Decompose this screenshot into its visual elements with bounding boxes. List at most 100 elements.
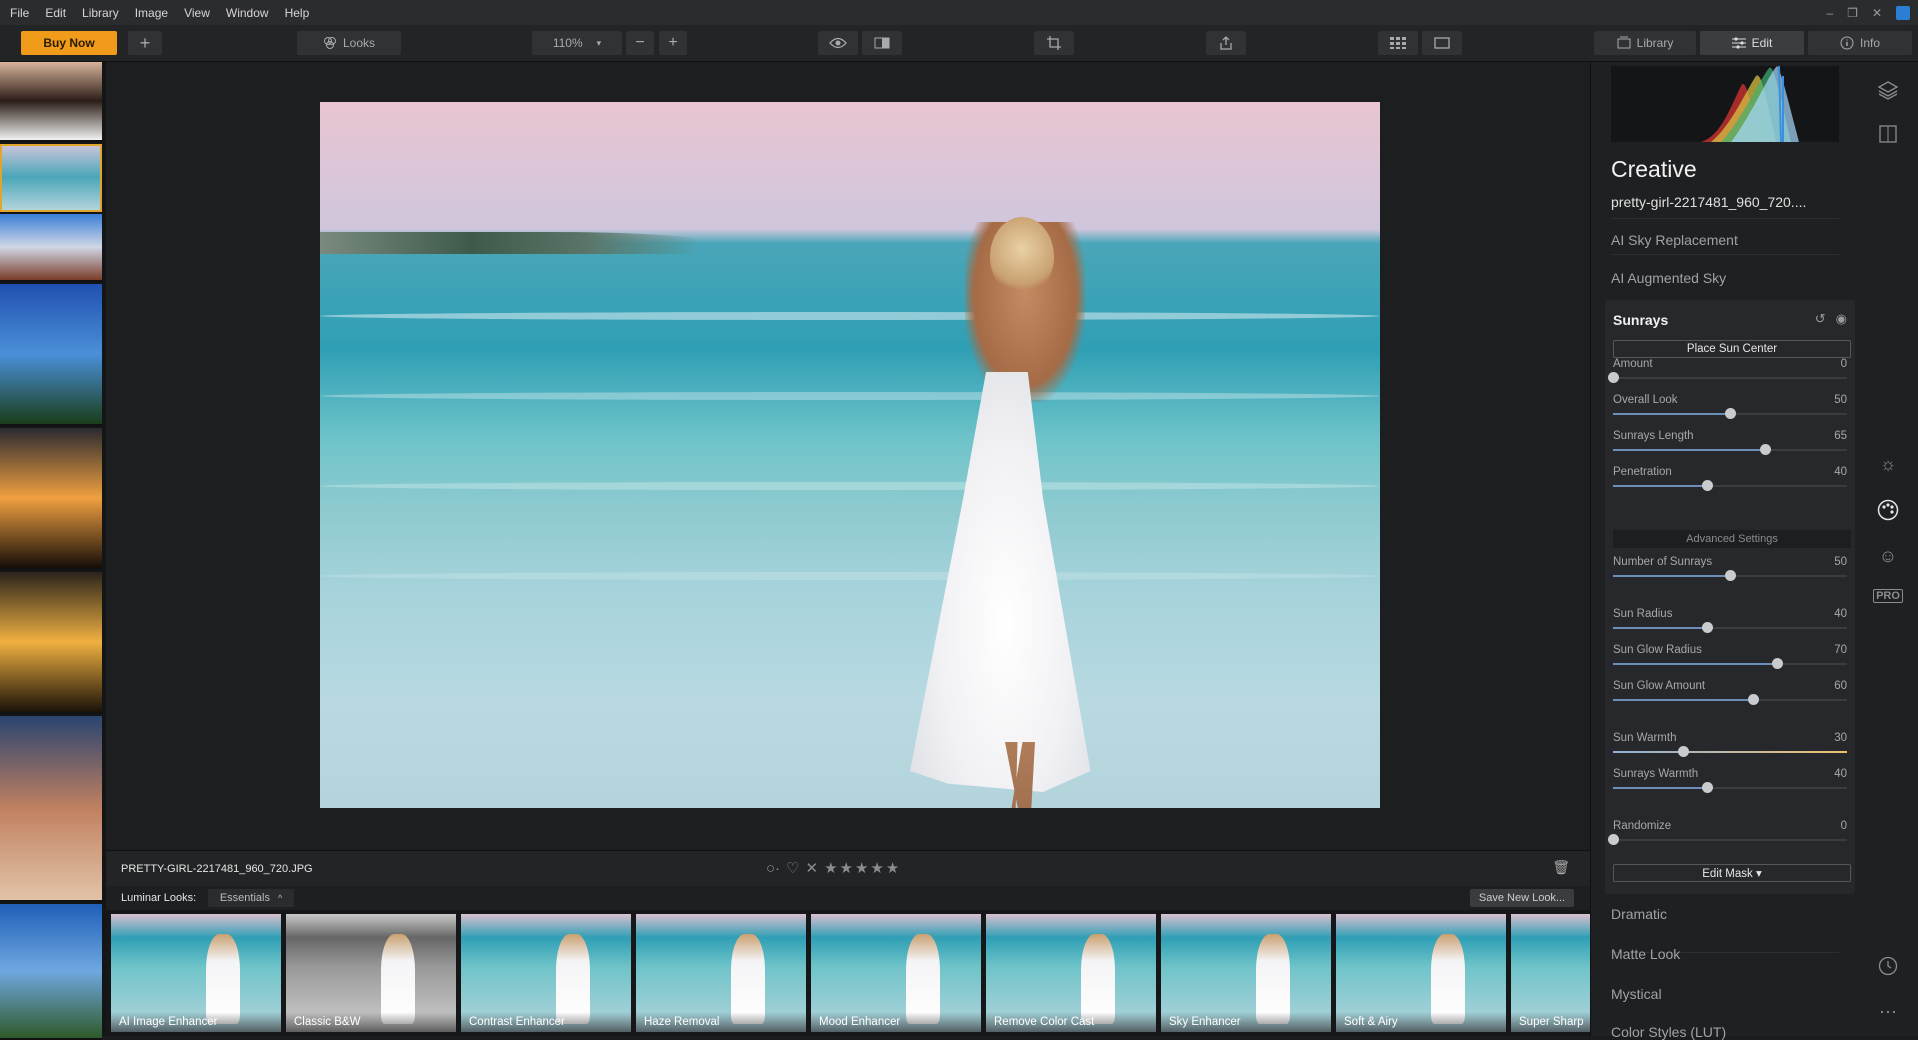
filmstrip-thumbnail[interactable]: [0, 284, 102, 426]
tab-info[interactable]: Info: [1808, 31, 1912, 55]
portrait-face-icon[interactable]: ☺: [1876, 544, 1900, 568]
slider-value: 40: [1834, 608, 1847, 620]
filter-matte-look[interactable]: Matte Look: [1611, 946, 1680, 962]
look-thumbnail[interactable]: Mood Enhancer: [811, 914, 981, 1032]
slider-penetration[interactable]: Penetration 40: [1613, 466, 1851, 496]
slider-handle[interactable]: [1701, 782, 1713, 793]
add-photos-button[interactable]: +: [128, 31, 162, 55]
filmstrip-thumbnail[interactable]: [0, 428, 102, 570]
looks-bar-label: Luminar Looks:: [121, 892, 197, 904]
slider-handle[interactable]: [1701, 622, 1713, 633]
preview-button[interactable]: [818, 31, 858, 55]
visibility-eye-icon[interactable]: ◉: [1836, 311, 1847, 327]
filmstrip-thumbnail[interactable]: [0, 214, 102, 282]
filmstrip-thumbnail[interactable]: [0, 144, 102, 212]
slider-randomize[interactable]: Randomize 0: [1608, 820, 1851, 850]
slider-amount[interactable]: Amount 0: [1608, 358, 1851, 388]
edit-mask-button[interactable]: Edit Mask ▾: [1613, 864, 1851, 882]
looks-category-dropdown[interactable]: Essentials ^: [208, 889, 294, 907]
filter-ai-augmented-sky[interactable]: AI Augmented Sky: [1611, 270, 1726, 286]
menu-help[interactable]: Help: [277, 6, 318, 20]
close-icon[interactable]: ✕: [1872, 6, 1882, 20]
filmstrip-thumbnail[interactable]: [0, 904, 102, 1040]
save-new-look-button[interactable]: Save New Look...: [1470, 889, 1574, 907]
slider-sun-warmth[interactable]: Sun Warmth 30: [1613, 732, 1851, 762]
slider-sun-glow-radius[interactable]: Sun Glow Radius 70: [1613, 644, 1851, 674]
look-thumbnail[interactable]: Contrast Enhancer: [461, 914, 631, 1032]
single-view-button[interactable]: [1422, 31, 1462, 55]
place-sun-center-button[interactable]: Place Sun Center: [1613, 340, 1851, 358]
menu-file[interactable]: File: [0, 6, 37, 20]
zoom-in-button[interactable]: +: [659, 31, 687, 55]
look-thumbnail[interactable]: Soft & Airy: [1336, 914, 1506, 1032]
slider-sunrays-length[interactable]: Sunrays Length 65: [1613, 430, 1851, 460]
filmstrip-thumbnail[interactable]: [0, 572, 102, 714]
menu-edit[interactable]: Edit: [37, 6, 74, 20]
essentials-sun-icon[interactable]: ☼: [1876, 452, 1900, 476]
menu-image[interactable]: Image: [127, 6, 176, 20]
zoom-out-button[interactable]: −: [626, 31, 654, 55]
heart-icon[interactable]: ♡: [786, 859, 799, 877]
histogram-graph: [1701, 66, 1799, 142]
slider-value: 65: [1834, 430, 1847, 442]
tab-library[interactable]: Library: [1594, 31, 1696, 55]
slider-track[interactable]: [1613, 377, 1847, 379]
filmstrip-thumbnail[interactable]: [0, 716, 102, 902]
slider-handle[interactable]: [1608, 834, 1619, 845]
compare-button[interactable]: [862, 31, 902, 55]
slider-sunrays-warmth[interactable]: Sunrays Warmth 40: [1613, 768, 1851, 798]
reject-icon[interactable]: ✕: [806, 859, 819, 877]
creative-palette-icon[interactable]: [1876, 498, 1900, 522]
slider-label: Sunrays Length: [1613, 430, 1694, 442]
look-thumbnail[interactable]: AI Image Enhancer: [111, 914, 281, 1032]
main-photo[interactable]: [320, 102, 1380, 808]
filter-mystical[interactable]: Mystical: [1611, 986, 1662, 1002]
slider-handle[interactable]: [1760, 444, 1772, 455]
slider-sun-radius[interactable]: Sun Radius 40: [1613, 608, 1851, 638]
filter-ai-sky-replacement[interactable]: AI Sky Replacement: [1611, 232, 1738, 248]
filmstrip-thumbnail[interactable]: [0, 62, 102, 142]
slider-handle[interactable]: [1725, 570, 1736, 581]
look-thumbnail[interactable]: Classic B&W: [286, 914, 456, 1032]
reset-icon[interactable]: ↺: [1815, 311, 1826, 327]
advanced-settings-toggle[interactable]: Advanced Settings: [1613, 530, 1851, 548]
trash-icon[interactable]: 🗑: [1552, 859, 1570, 876]
slider-handle[interactable]: [1678, 746, 1690, 757]
buy-now-button[interactable]: Buy Now: [21, 31, 117, 55]
menu-window[interactable]: Window: [218, 6, 277, 20]
flag-icon[interactable]: ○·: [766, 860, 780, 877]
slider-handle[interactable]: [1725, 408, 1736, 419]
menu-view[interactable]: View: [176, 6, 218, 20]
slider-handle[interactable]: [1701, 480, 1713, 491]
star-rating[interactable]: ★★★★★: [824, 859, 901, 877]
layers-icon[interactable]: [1876, 78, 1900, 102]
share-button[interactable]: [1206, 31, 1246, 55]
maximize-icon[interactable]: ❐: [1847, 6, 1858, 20]
slider-overall-look[interactable]: Overall Look 50: [1613, 394, 1851, 424]
look-thumbnail[interactable]: Haze Removal: [636, 914, 806, 1032]
slider-sun-glow-amount[interactable]: Sun Glow Amount 60: [1613, 680, 1851, 710]
canvas-icon[interactable]: [1876, 122, 1900, 146]
menu-library[interactable]: Library: [74, 6, 127, 20]
filter-dramatic[interactable]: Dramatic: [1611, 906, 1667, 922]
tab-library-label: Library: [1636, 36, 1674, 50]
zoom-dropdown[interactable]: 110% ▾: [532, 31, 622, 55]
tab-edit[interactable]: Edit: [1700, 31, 1804, 55]
look-thumbnail[interactable]: Sky Enhancer: [1161, 914, 1331, 1032]
slider-handle[interactable]: [1771, 658, 1783, 669]
pro-icon[interactable]: PRO: [1873, 584, 1903, 608]
image-viewer[interactable]: [106, 62, 1590, 850]
more-icon[interactable]: ⋯: [1876, 1000, 1900, 1024]
filter-color-styles[interactable]: Color Styles (LUT): [1611, 1024, 1726, 1040]
grid-view-button[interactable]: [1378, 31, 1418, 55]
look-thumbnail[interactable]: Super Sharp: [1511, 914, 1590, 1032]
minimize-icon[interactable]: –: [1826, 6, 1833, 20]
history-clock-icon[interactable]: [1876, 954, 1900, 978]
crop-button[interactable]: [1034, 31, 1074, 55]
looks-button[interactable]: Looks: [297, 31, 401, 55]
slider-track[interactable]: [1613, 839, 1847, 841]
look-thumbnail[interactable]: Remove Color Cast: [986, 914, 1156, 1032]
slider-handle[interactable]: [1608, 372, 1619, 383]
slider-number-of-sunrays[interactable]: Number of Sunrays 50: [1613, 556, 1851, 586]
slider-handle[interactable]: [1748, 694, 1760, 705]
